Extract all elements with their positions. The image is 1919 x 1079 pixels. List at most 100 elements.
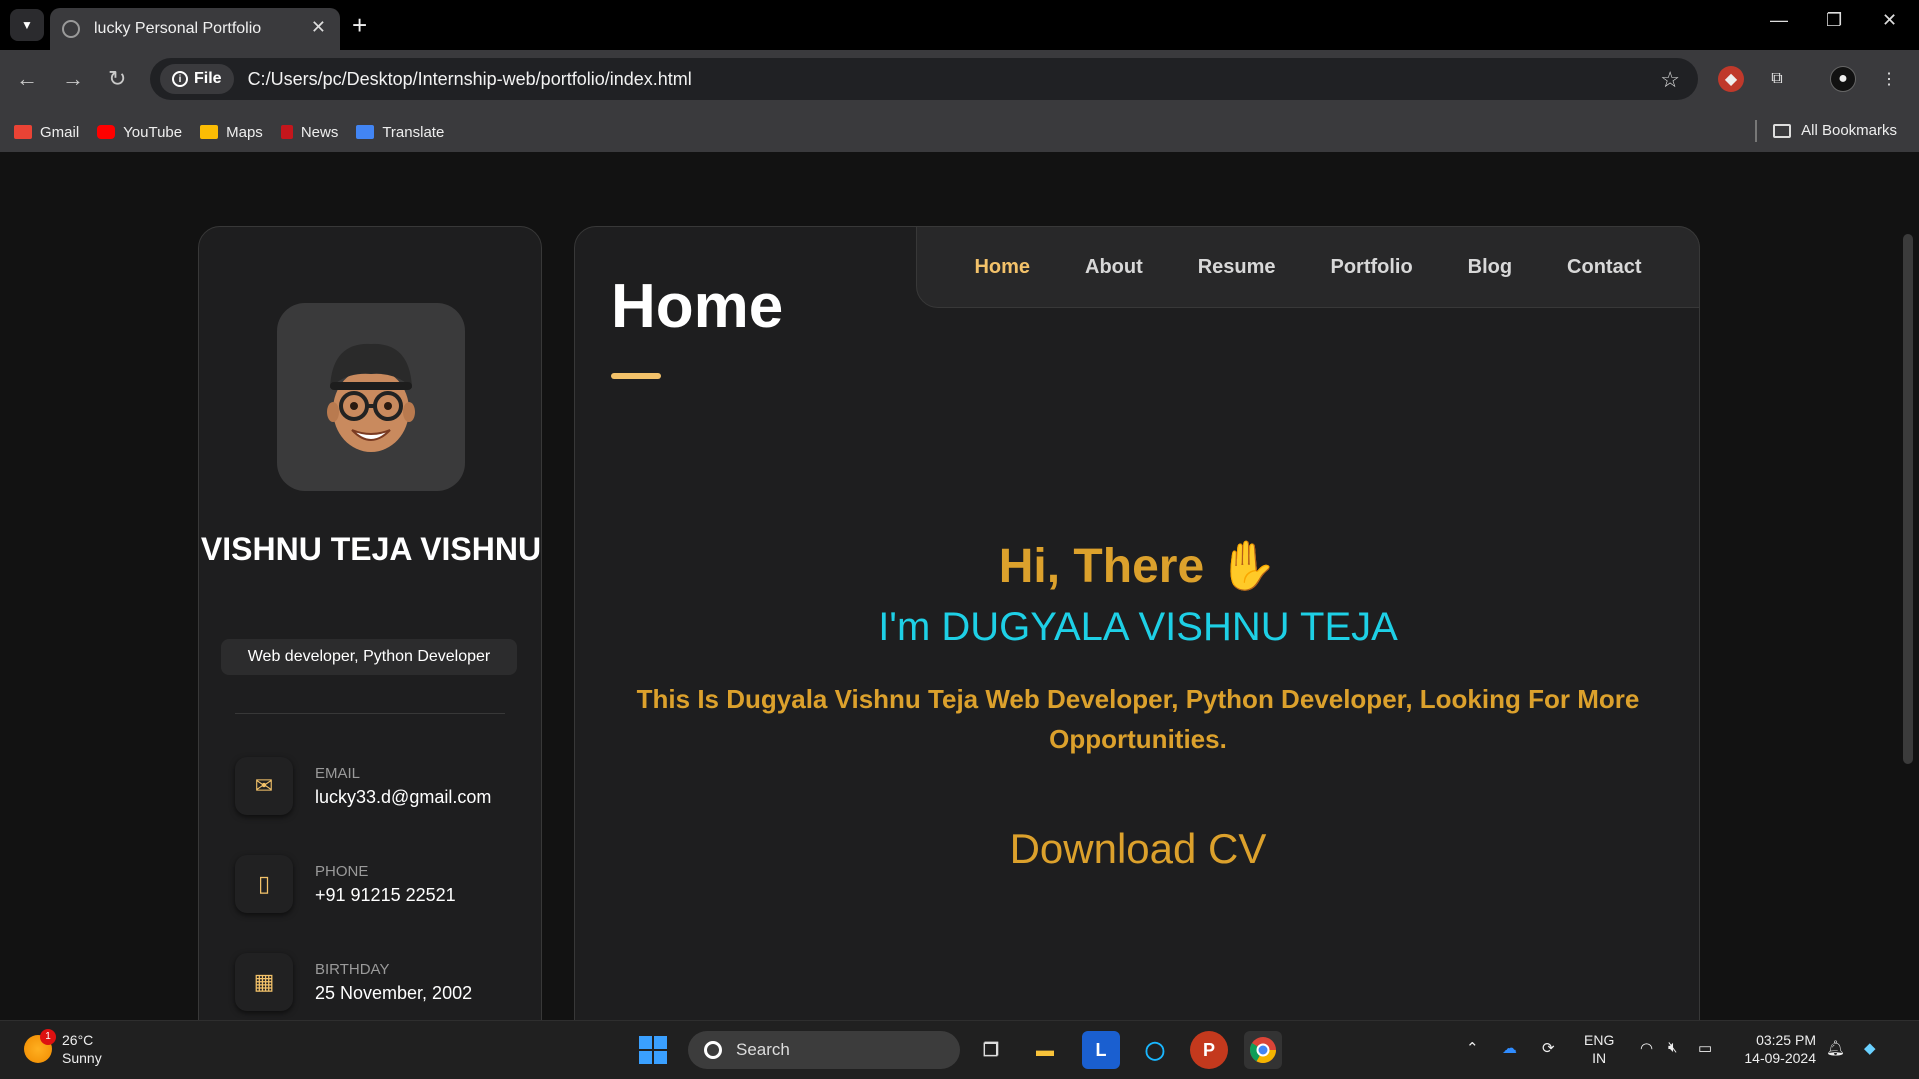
chrome-logo-icon — [1249, 1037, 1277, 1064]
youtube-icon — [97, 125, 116, 139]
tab-active[interactable]: lucky Personal Portfolio ✕ — [50, 8, 340, 50]
restore-button[interactable]: ❐ — [1826, 10, 1842, 31]
task-view-icon[interactable]: ❐ — [972, 1031, 1010, 1069]
title-underline — [611, 373, 661, 379]
search-placeholder: Search — [736, 1040, 790, 1059]
extension-shield-icon[interactable]: ◆ — [1718, 66, 1744, 92]
bookmark-label: YouTube — [123, 123, 183, 141]
sun-icon: 1 — [24, 1029, 56, 1063]
intro-heading: I'm DUGYALA VISHNU TEJA — [878, 605, 1398, 649]
wifi-icon[interactable]: ◠ — [1640, 1039, 1653, 1057]
bookmark-youtube[interactable]: YouTube — [97, 124, 182, 141]
tray-overflow-icon[interactable]: ⌃ — [1466, 1039, 1479, 1057]
address-bar[interactable]: i File C:/Users/pc/Desktop/Internship-we… — [150, 58, 1698, 100]
phone-icon: ▯ — [235, 855, 293, 913]
bookmark-star-icon[interactable]: ☆ — [1660, 67, 1680, 93]
waving-hand-icon: ✋ — [1217, 540, 1278, 593]
profile-avatar-icon[interactable]: ● — [1830, 66, 1856, 92]
menu-kebab-icon[interactable]: ⋮ — [1876, 66, 1902, 92]
greeting-heading: Hi, There ✋ — [575, 537, 1701, 594]
file-explorer-icon[interactable]: ▬ — [1026, 1031, 1064, 1069]
mail-icon: ✉ — [235, 757, 293, 815]
site-info-label: File — [194, 70, 222, 87]
chrome-icon[interactable] — [1244, 1031, 1282, 1069]
bookmark-maps[interactable]: Maps — [200, 124, 263, 141]
temperature: 26°C — [62, 1032, 94, 1048]
clock-date: 14-09-2024 — [1744, 1050, 1816, 1066]
globe-icon — [62, 20, 80, 38]
language-indicator[interactable]: ENG IN — [1584, 1031, 1614, 1067]
url-text[interactable]: C:/Users/pc/Desktop/Internship-web/portf… — [248, 69, 692, 90]
tab-strip: ▼ lucky Personal Portfolio ✕ + — ❐ ✕ — [0, 0, 1919, 50]
system-clock[interactable]: 03:25 PM 14-09-2024 — [1744, 1031, 1816, 1067]
download-cv-button[interactable]: Download CV — [575, 825, 1701, 873]
maps-icon — [200, 125, 219, 139]
tab-title: lucky Personal Portfolio — [94, 20, 262, 37]
nav-contact[interactable]: Contact — [1567, 256, 1641, 279]
alexa-icon[interactable]: ◯ — [1136, 1031, 1174, 1069]
sidebar-divider — [235, 713, 505, 714]
linkedin-l-app-icon[interactable]: L — [1082, 1031, 1120, 1069]
forward-button[interactable]: → — [62, 66, 84, 92]
taskbar-search[interactable]: Search — [688, 1031, 960, 1069]
windows-start-icon[interactable] — [634, 1031, 672, 1069]
page-title: Home — [611, 272, 784, 341]
email-link[interactable]: lucky33.d@gmail.com — [315, 787, 491, 808]
volume-muted-icon[interactable]: 🔇︎ — [1668, 1039, 1677, 1056]
main-nav: Home About Resume Portfolio Blog Contact — [916, 226, 1700, 308]
battery-icon[interactable]: ▭ — [1698, 1039, 1712, 1057]
contact-label: Email — [315, 765, 361, 782]
nav-portfolio[interactable]: Portfolio — [1330, 256, 1412, 279]
sync-icon[interactable]: ⟳ — [1542, 1039, 1555, 1057]
profile-sidebar: VISHNU TEJA VISHNU Web developer, Python… — [198, 226, 542, 1046]
bookmark-label: Translate — [382, 123, 445, 141]
contact-item-phone: ▯ Phone +91 91215 22521 — [235, 855, 515, 915]
back-button[interactable]: ← — [16, 66, 38, 92]
phone-link[interactable]: +91 91215 22521 — [315, 885, 456, 906]
bookmark-label: Maps — [226, 123, 263, 141]
scrollbar[interactable] — [1903, 234, 1913, 764]
nav-resume[interactable]: Resume — [1198, 256, 1276, 279]
reload-button[interactable]: ↻ — [108, 66, 126, 92]
tab-search-button[interactable]: ▼ — [10, 9, 44, 41]
bookmark-gmail[interactable]: Gmail — [14, 124, 79, 141]
profile-name: VISHNU TEJA VISHNU — [200, 531, 542, 567]
bookmarks-divider — [1755, 120, 1757, 142]
weather-widget[interactable]: 1 26°C Sunny — [24, 1029, 102, 1067]
nav-about[interactable]: About — [1085, 256, 1143, 279]
intro-description: This Is Dugyala Vishnu Teja Web Develope… — [636, 684, 1640, 754]
notification-badge: 1 — [40, 1029, 56, 1045]
search-icon — [704, 1041, 722, 1059]
greeting-text: Hi, There — [998, 540, 1205, 593]
folder-icon — [1773, 123, 1792, 138]
powerpoint-icon[interactable]: P — [1190, 1031, 1228, 1069]
contact-label: Birthday — [315, 961, 390, 978]
extensions-puzzle-icon[interactable]: ⧉ — [1764, 66, 1790, 92]
copilot-icon[interactable]: ◆ — [1864, 1039, 1876, 1057]
onedrive-icon[interactable]: ☁ — [1502, 1039, 1517, 1057]
notifications-bell-icon[interactable]: 🔔︎ — [1826, 1039, 1845, 1057]
site-info-chip[interactable]: i File — [160, 64, 234, 94]
gmail-icon — [14, 125, 32, 139]
close-window-button[interactable]: ✕ — [1882, 10, 1897, 31]
avatar — [277, 303, 465, 491]
bookmark-translate[interactable]: Translate — [356, 124, 444, 141]
close-tab-icon[interactable]: ✕ — [311, 17, 326, 38]
all-bookmarks-button[interactable]: All Bookmarks — [1773, 122, 1897, 139]
page-viewport: VISHNU TEJA VISHNU Web developer, Python… — [0, 152, 1919, 1046]
all-bookmarks-label: All Bookmarks — [1801, 122, 1897, 139]
nav-blog[interactable]: Blog — [1468, 256, 1512, 279]
minimize-button[interactable]: — — [1770, 10, 1788, 31]
nav-home[interactable]: Home — [974, 256, 1030, 279]
bookmark-news[interactable]: News — [280, 123, 339, 141]
new-tab-button[interactable]: + — [352, 10, 367, 41]
browser-window: ▼ lucky Personal Portfolio ✕ + — ❐ ✕ ← →… — [0, 0, 1919, 1079]
region-code: IN — [1592, 1050, 1607, 1066]
translate-icon — [356, 125, 375, 139]
calendar-icon: ▦ — [235, 953, 293, 1011]
bookmark-label: News — [300, 123, 339, 141]
os-taskbar: 1 26°C Sunny Search ❐ ▬ L ◯ P ⌃ ☁ ⟳ ENG … — [0, 1020, 1919, 1079]
contact-item-email: ✉ Email lucky33.d@gmail.com — [235, 757, 515, 817]
bookmarks-bar: Gmail YouTube Maps News Translate All Bo… — [0, 112, 1919, 152]
birthday-value: 25 November, 2002 — [315, 983, 473, 1003]
